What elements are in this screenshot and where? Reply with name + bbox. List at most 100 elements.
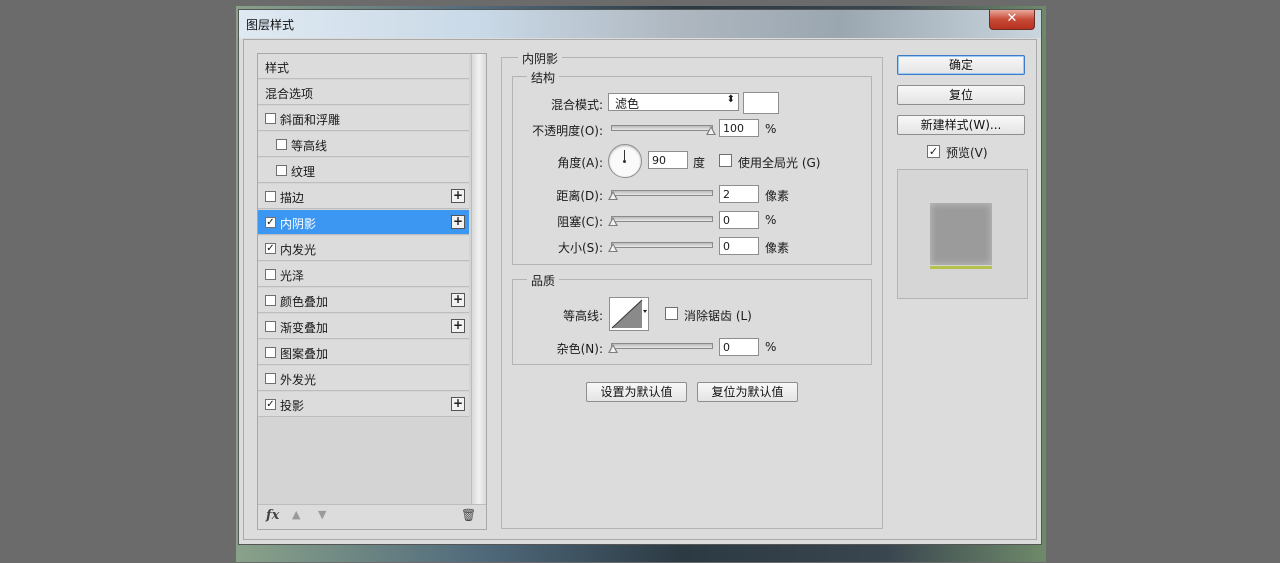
antialias-checkbox[interactable] [665, 307, 678, 320]
styles-header[interactable]: 样式 [258, 54, 469, 79]
opacity-input[interactable]: 100 [719, 119, 759, 137]
move-down-icon[interactable]: ▼ [318, 508, 326, 521]
style-item-label: 混合选项 [265, 87, 314, 101]
blend-mode-value: 滤色 [615, 97, 640, 111]
reset-button[interactable]: 复位 [897, 85, 1025, 105]
style-item-checkbox[interactable] [265, 269, 276, 280]
list-footer: fx ▲ ▼ 🗑 [258, 504, 486, 529]
global-light-label: 使用全局光 (G) [738, 156, 821, 170]
distance-label: 距离(D): [556, 189, 603, 203]
opacity-slider[interactable] [611, 125, 713, 131]
style-item-label: 纹理 [291, 165, 316, 179]
choke-slider-thumb[interactable] [608, 217, 618, 226]
style-item-label: 内发光 [280, 243, 317, 257]
style-item-label: 描边 [280, 191, 305, 205]
contour-picker[interactable] [609, 297, 649, 331]
opacity-slider-thumb[interactable] [706, 126, 716, 135]
style-item-checkbox[interactable]: ✓ [265, 243, 276, 254]
blend-color-swatch[interactable] [743, 92, 779, 114]
choke-unit: % [765, 213, 777, 227]
noise-slider-thumb[interactable] [608, 344, 618, 353]
move-up-icon[interactable]: ▲ [292, 508, 300, 521]
global-light-checkbox[interactable] [719, 154, 732, 167]
style-item-checkbox[interactable] [276, 165, 287, 176]
preview-checkbox[interactable]: ✓ [927, 145, 940, 158]
fx-icon[interactable]: fx [266, 508, 279, 523]
style-item[interactable]: 渐变叠加 + [258, 314, 469, 339]
style-item-checkbox[interactable]: ✓ [265, 399, 276, 410]
style-item[interactable]: 混合选项 [258, 80, 469, 105]
style-item[interactable]: 纹理 [258, 158, 469, 183]
add-effect-icon[interactable]: + [451, 215, 465, 229]
angle-input[interactable]: 90 [648, 151, 688, 169]
angle-dial[interactable] [608, 144, 642, 178]
styles-header-label: 样式 [265, 61, 290, 75]
style-item-checkbox[interactable]: ✓ [265, 217, 276, 228]
distance-slider[interactable] [611, 190, 713, 196]
angle-label: 角度(A): [557, 156, 603, 170]
preview-swatch [930, 203, 992, 265]
style-item[interactable]: 斜面和浮雕 [258, 106, 469, 131]
noise-slider[interactable] [611, 343, 713, 349]
preview-highlight-bar [930, 266, 992, 269]
set-default-button[interactable]: 设置为默认值 [586, 382, 687, 402]
add-effect-icon[interactable]: + [451, 397, 465, 411]
style-item[interactable]: 光泽 [258, 262, 469, 287]
select-arrow-icon: ⬍ [726, 94, 735, 105]
size-slider[interactable] [611, 242, 713, 248]
style-item-checkbox[interactable] [265, 113, 276, 124]
choke-slider[interactable] [611, 216, 713, 222]
trash-icon[interactable]: 🗑 [461, 508, 476, 522]
style-item-checkbox[interactable] [265, 347, 276, 358]
style-item-label: 光泽 [280, 269, 305, 283]
style-item[interactable]: 外发光 [258, 366, 469, 391]
style-item[interactable]: 描边 + [258, 184, 469, 209]
style-item-label: 外发光 [280, 373, 317, 387]
size-slider-thumb[interactable] [608, 243, 618, 252]
quality-title: 品质 [527, 272, 560, 289]
style-item-label: 斜面和浮雕 [280, 113, 341, 127]
blend-mode-label: 混合模式: [550, 98, 603, 112]
quality-group: 品质 等高线: 消除锯齿 (L) 杂色(N): 0 % [512, 272, 872, 365]
style-item-checkbox[interactable] [265, 295, 276, 306]
size-unit: 像素 [765, 241, 790, 255]
new-style-button[interactable]: 新建样式(W)... [897, 115, 1025, 135]
add-effect-icon[interactable]: + [451, 319, 465, 333]
reset-default-button[interactable]: 复位为默认值 [697, 382, 798, 402]
distance-input[interactable]: 2 [719, 185, 759, 203]
blend-mode-select[interactable]: 滤色 ⬍ [608, 93, 739, 111]
style-item[interactable]: ✓ 投影 + [258, 392, 469, 417]
choke-input[interactable]: 0 [719, 211, 759, 229]
close-button[interactable]: ✕ [989, 10, 1035, 30]
contour-label: 等高线: [562, 309, 603, 323]
size-label: 大小(S): [557, 241, 603, 255]
opacity-label: 不透明度(O): [532, 124, 603, 138]
size-input[interactable]: 0 [719, 237, 759, 255]
style-item[interactable]: 等高线 [258, 132, 469, 157]
add-effect-icon[interactable]: + [451, 189, 465, 203]
preview-label: 预览(V) [946, 146, 988, 160]
add-effect-icon[interactable]: + [451, 293, 465, 307]
angle-dial-center [623, 160, 626, 163]
style-item-checkbox[interactable] [276, 139, 287, 150]
inner-shadow-panel: 内阴影 结构 混合模式: 滤色 ⬍ 不透明度(O): 100 % 角度(A): [501, 50, 883, 529]
style-item-checkbox[interactable] [265, 191, 276, 202]
list-scrollbar[interactable] [471, 54, 486, 529]
noise-input[interactable]: 0 [719, 338, 759, 356]
structure-title: 结构 [527, 69, 560, 86]
style-item[interactable]: ✓ 内阴影 + [258, 210, 469, 235]
opacity-unit: % [765, 122, 777, 136]
style-item-label: 等高线 [291, 139, 328, 153]
noise-unit: % [765, 340, 777, 354]
style-item[interactable]: ✓ 内发光 [258, 236, 469, 261]
ok-button[interactable]: 确定 [897, 55, 1025, 75]
style-item-checkbox[interactable] [265, 321, 276, 332]
distance-slider-thumb[interactable] [608, 191, 618, 200]
antialias-label: 消除锯齿 (L) [684, 309, 752, 323]
window-title: 图层样式 [246, 18, 295, 32]
style-item[interactable]: 图案叠加 [258, 340, 469, 365]
title-bar[interactable]: 图层样式 ✕ [239, 10, 1041, 38]
style-item[interactable]: 颜色叠加 + [258, 288, 469, 313]
style-item-label: 渐变叠加 [280, 321, 329, 335]
style-item-checkbox[interactable] [265, 373, 276, 384]
